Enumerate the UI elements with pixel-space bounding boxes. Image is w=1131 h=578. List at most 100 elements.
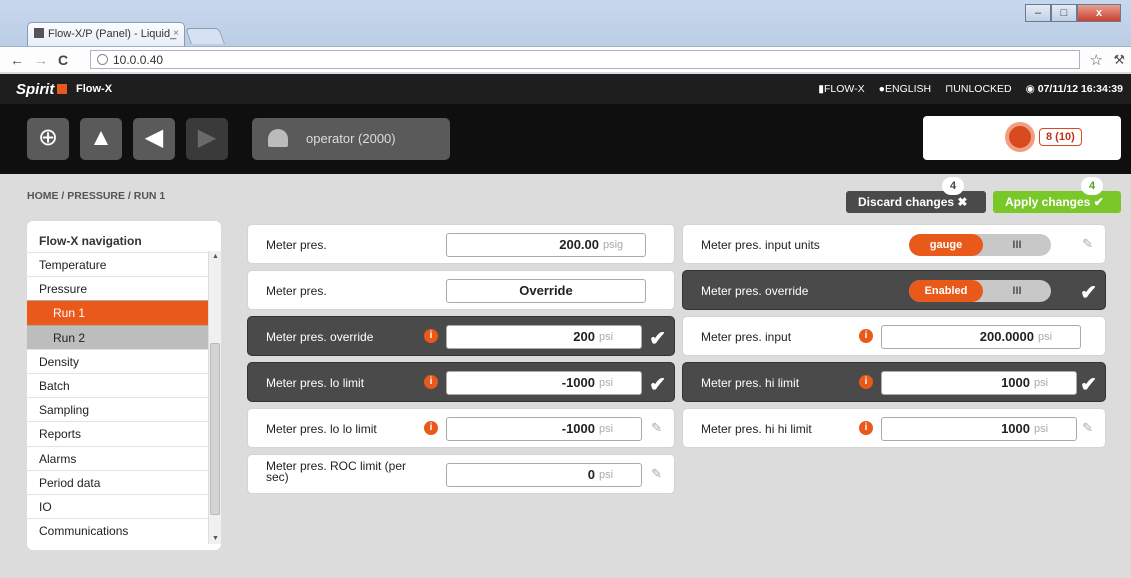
app-header: Spirit Flow-X ▮FLOW-X ●ENGLISH ⊓UNLOCKED… [0,74,1131,104]
meter-pres-lo-limit-input[interactable]: -1000 psi [446,371,642,395]
sidebar-item-temperature[interactable]: Temperature [27,252,221,276]
unit-label: psi [599,331,614,343]
forward-arrow-icon[interactable]: → [34,52,48,68]
info-icon[interactable]: i [424,329,438,343]
apply-changes-button[interactable]: Apply changes ✔ 4 [993,177,1121,213]
right-row-hi-hi-limit: Meter pres. hi hi limit i 1000 psi ✎ [682,408,1106,448]
browser-tab[interactable]: Flow-X/P (Panel) - Liquid_ × [27,22,185,46]
back-arrow-icon[interactable]: ← [10,52,24,68]
left-row-meter-pres-lo-lo-limit: Meter pres. lo lo limit i -1000 psi ✎ [247,408,675,448]
language-selector[interactable]: ●ENGLISH [879,83,931,95]
meter-pres-hi-limit-input[interactable]: 1000 psi [881,371,1077,395]
url-field[interactable]: 10.0.0.40 [90,50,1080,69]
info-icon[interactable]: i [859,375,873,389]
bookmark-star-icon[interactable]: ☆ [1090,51,1103,69]
sidebar-item-alarms[interactable]: Alarms [27,445,221,470]
row-label: Meter pres. input units [701,238,820,252]
left-row-meter-pres-mode: Meter pres. Override [247,270,675,310]
edit-pencil-icon[interactable]: ✎ [651,420,662,436]
sidebar-item-density[interactable]: Density [27,348,221,373]
address-bar: ← → C 10.0.0.40 ☆ ⚒ [0,46,1131,72]
meter-pres-hi-hi-limit-input[interactable]: 1000 psi [881,417,1077,441]
sidebar-item-sampling[interactable]: Sampling [27,397,221,421]
alarm-bell-icon [1005,122,1035,152]
edit-pencil-icon[interactable]: ✎ [1082,236,1093,252]
datetime: ◉ 07/11/12 16:34:39 [1025,83,1123,95]
meter-pres-input-value: 200.0000 psi [881,325,1081,349]
unit-label: psi [599,469,614,481]
override-toggle[interactable]: Enabled III [909,280,1051,302]
right-row-override: Meter pres. override Enabled III ✔ [682,270,1106,310]
tab-favicon-icon [34,28,44,38]
forward-button[interactable]: ▶ [186,118,228,160]
unit-label: psi [1034,377,1049,389]
info-icon[interactable]: i [859,329,873,343]
edit-pencil-icon[interactable]: ✎ [651,466,662,482]
sidebar-scrollbar[interactable]: ▲ ▼ [208,251,221,544]
sidebar-item-reports[interactable]: Reports [27,421,221,445]
globe-icon: ⊕ [37,124,59,151]
wrench-menu-icon[interactable]: ⚒ [1113,52,1125,68]
meter-pres-mode-value: Override [446,279,646,303]
breadcrumb[interactable]: HOME / PRESSURE / RUN 1 [27,190,165,202]
navigation-panel: Flow-X navigation Temperature Pressure R… [27,221,221,550]
sidebar-item-communications[interactable]: Communications [27,518,221,542]
scroll-up-icon[interactable]: ▲ [212,253,219,260]
tab-close-icon[interactable]: × [173,28,179,39]
minimize-button[interactable]: – [1025,4,1051,22]
alarm-panel[interactable]: 8 (10) [923,116,1121,160]
unit-label: psi [1038,331,1053,343]
unit-label: psi [599,423,614,435]
confirm-check-icon[interactable]: ✔ [649,372,666,397]
scrollbar-thumb[interactable] [210,343,220,515]
confirm-check-icon[interactable]: ✔ [1080,372,1097,397]
sidebar-item-pressure[interactable]: Pressure [27,276,221,300]
sidebar-item-batch[interactable]: Batch [27,372,221,397]
sidebar-item-run-1[interactable]: Run 1 [27,300,221,325]
sidebar-item-run-2[interactable]: Run 2 [27,324,221,349]
alarm-count: 8 (10) [1039,128,1082,146]
meter-pres-roc-limit-input[interactable]: 0 psi [446,463,642,487]
meter-pres-lo-lo-limit-input[interactable]: -1000 psi [446,417,642,441]
check-icon: ✔ [1093,195,1104,209]
arrow-left-icon: ◀ [144,124,164,151]
url-text: 10.0.0.40 [113,53,164,67]
apply-label: Apply changes [1005,195,1091,209]
input-units-toggle[interactable]: gauge III [909,234,1051,256]
user-button[interactable]: operator (2000) [252,118,450,160]
up-button[interactable]: ▲ [80,118,122,160]
back-button[interactable]: ◀ [133,118,175,160]
left-row-meter-pres-roc-limit: Meter pres. ROC limit (per sec) 0 psi ✎ [247,454,675,494]
right-row-input-units: Meter pres. input units gauge III ✎ [682,224,1106,264]
maximize-button[interactable]: □ [1051,4,1077,22]
page-icon [97,54,108,65]
navigation-title: Flow-X navigation [39,234,142,248]
confirm-check-icon[interactable]: ✔ [649,326,666,351]
meter-pres-override-input[interactable]: 200 psi [446,325,642,349]
close-window-button[interactable]: x [1077,4,1121,22]
left-row-meter-pres: Meter pres. 200.00 psig [247,224,675,264]
lock-status[interactable]: ⊓UNLOCKED [945,83,1012,95]
toggle-off-label: III [1012,239,1022,251]
toggle-on-label: Enabled [909,280,983,302]
info-icon[interactable]: i [424,375,438,389]
user-name: operator (2000) [306,131,396,146]
info-icon[interactable]: i [859,421,873,435]
new-tab-button[interactable] [185,28,225,44]
row-label: Meter pres. hi hi limit [701,422,812,436]
left-row-meter-pres-lo-limit: Meter pres. lo limit i -1000 psi ✔ [247,362,675,402]
apply-count-badge: 4 [1081,177,1103,195]
scroll-down-icon[interactable]: ▼ [212,535,219,542]
row-label: Meter pres. lo lo limit [266,422,377,436]
sidebar-item-io[interactable]: IO [27,493,221,518]
edit-pencil-icon[interactable]: ✎ [1082,420,1093,436]
globe-button[interactable]: ⊕ [27,118,69,160]
sidebar-item-period-data[interactable]: Period data [27,469,221,494]
arrow-right-icon: ▶ [197,124,217,151]
confirm-check-icon[interactable]: ✔ [1080,280,1097,305]
reload-icon[interactable]: C [58,52,68,68]
info-icon[interactable]: i [424,421,438,435]
discard-changes-button[interactable]: Discard changes ✖ 4 [846,177,986,213]
close-icon: ✖ [957,195,968,209]
tab-title: Flow-X/P (Panel) - Liquid_ [48,28,177,40]
